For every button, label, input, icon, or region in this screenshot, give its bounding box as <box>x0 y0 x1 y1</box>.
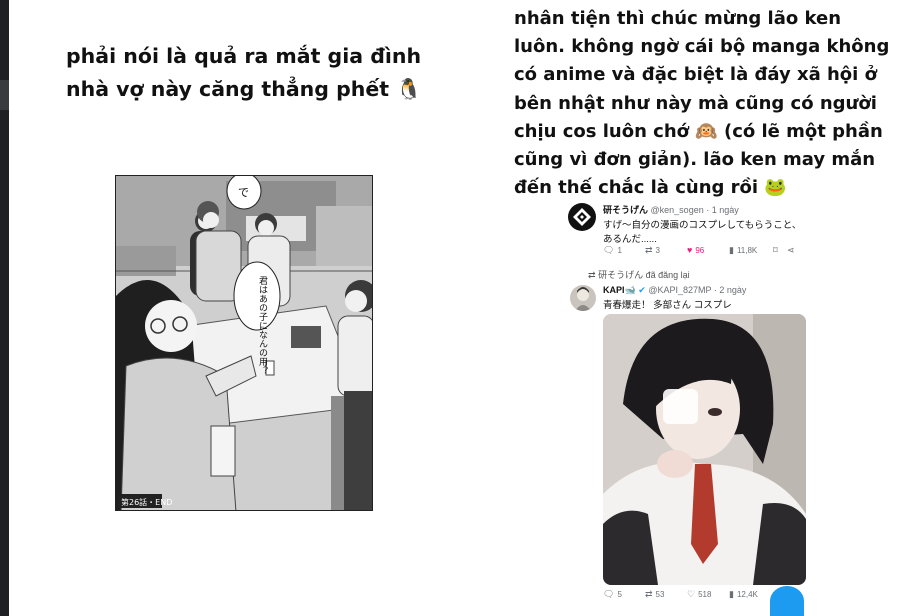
repost-note-text: 研そうげん đã đăng lại <box>598 270 690 280</box>
like-button[interactable]: ♥ 96 <box>687 245 729 256</box>
tweet-text-line-1: すげ〜自分の漫画のコスプレしてもらうこと、 <box>603 220 802 231</box>
bookmark-button[interactable]: ⌑ <box>773 246 787 255</box>
tweet-author-handle[interactable]: @ken_sogen <box>651 205 704 215</box>
reply-icon: 🗨 <box>603 589 615 599</box>
scroll-nub[interactable] <box>0 80 9 110</box>
floating-action-button[interactable] <box>770 586 804 616</box>
repost-count: 3 <box>655 246 660 255</box>
tweet2-actions: 🗨 5 ⇄ 53 ♡ 518 ▮ 12,4K <box>603 589 773 600</box>
caption-right: nhân tiện thì chúc mừng lão ken luôn. kh… <box>514 8 890 199</box>
heart-icon: ♡ <box>687 589 696 599</box>
manga-page-image: で 君はあの子になんの用？ 第26話・END <box>115 175 373 511</box>
tweet1-actions: 🗨 1 ⇄ 3 ♥ 96 ▮ 11,8K ⌑ ⋖ <box>603 245 803 256</box>
views-button[interactable]: ▮ 12,4K <box>729 589 773 600</box>
page-scroll-edge <box>0 0 9 616</box>
reply-button[interactable]: 🗨 5 <box>603 589 645 600</box>
views-count: 12,4K <box>736 590 758 599</box>
tweet-text-line-2: あるんだ...... <box>603 234 657 245</box>
cosplay-photo[interactable] <box>603 314 806 585</box>
cosplay-illustration <box>603 314 806 585</box>
manga-chapter-label: 第26話・END <box>121 497 172 507</box>
reply-count: 5 <box>617 590 622 599</box>
verified-badge-icon: ✔ <box>638 285 646 295</box>
like-count: 96 <box>695 246 705 255</box>
repost-button[interactable]: ⇄ 3 <box>645 245 687 256</box>
manga-bubble-2: 君はあの子になんの用？ <box>257 276 268 375</box>
tweet-author-name[interactable]: KAPI <box>603 285 625 295</box>
avatar-kapi[interactable] <box>570 285 596 311</box>
share-icon: ⋖ <box>787 245 795 255</box>
manga-bubble-1: で <box>238 186 249 199</box>
manga-illustration: で 君はあの子になんの用？ 第26話・END <box>116 176 372 510</box>
share-button[interactable]: ⋖ <box>787 246 801 255</box>
reply-button[interactable]: 🗨 1 <box>603 245 645 256</box>
reply-count: 1 <box>617 246 622 255</box>
reply-icon: 🗨 <box>603 245 615 255</box>
views-button[interactable]: ▮ 11,8K <box>729 245 773 256</box>
tweet-text: 青春爆走！ 多部さん コスプレ <box>603 300 732 311</box>
caption-left: phải nói là quả ra mắt gia đình nhà vợ n… <box>66 44 422 101</box>
repost-small-icon: ⇄ <box>588 270 596 280</box>
bookmark-icon: ⌑ <box>773 245 778 255</box>
tweet-author-name[interactable]: 研そうげん <box>603 205 648 215</box>
tweet-time: · 1 ngày <box>706 205 739 215</box>
repost-button[interactable]: ⇄ 53 <box>645 589 687 600</box>
like-button[interactable]: ♡ 518 <box>687 589 729 600</box>
repost-note: ⇄ 研そうげん đã đăng lại <box>588 268 690 281</box>
like-count: 518 <box>698 590 712 599</box>
views-icon: ▮ <box>729 589 734 599</box>
tweet-kapi[interactable]: KAPI🐋 ✔ @KAPI_827MP · 2 ngày 青春爆走！ 多部さん … <box>603 285 813 313</box>
repost-count: 53 <box>655 590 665 599</box>
name-emoji: 🐋 <box>624 285 636 295</box>
views-count: 11,8K <box>736 246 758 255</box>
logo-icon <box>573 208 591 226</box>
avatar-image <box>575 287 591 311</box>
tweet-author-handle[interactable]: @KAPI_827MP <box>648 285 711 295</box>
tweet-ken-sogen[interactable]: 研そうげん @ken_sogen · 1 ngày すげ〜自分の漫画のコスプレし… <box>603 203 813 247</box>
tweet-time: · 2 ngày <box>713 285 747 295</box>
repost-icon: ⇄ <box>645 245 653 255</box>
views-icon: ▮ <box>729 245 734 255</box>
heart-icon: ♥ <box>687 245 693 255</box>
repost-icon: ⇄ <box>645 589 653 599</box>
avatar-ken-sogen[interactable] <box>568 203 596 231</box>
